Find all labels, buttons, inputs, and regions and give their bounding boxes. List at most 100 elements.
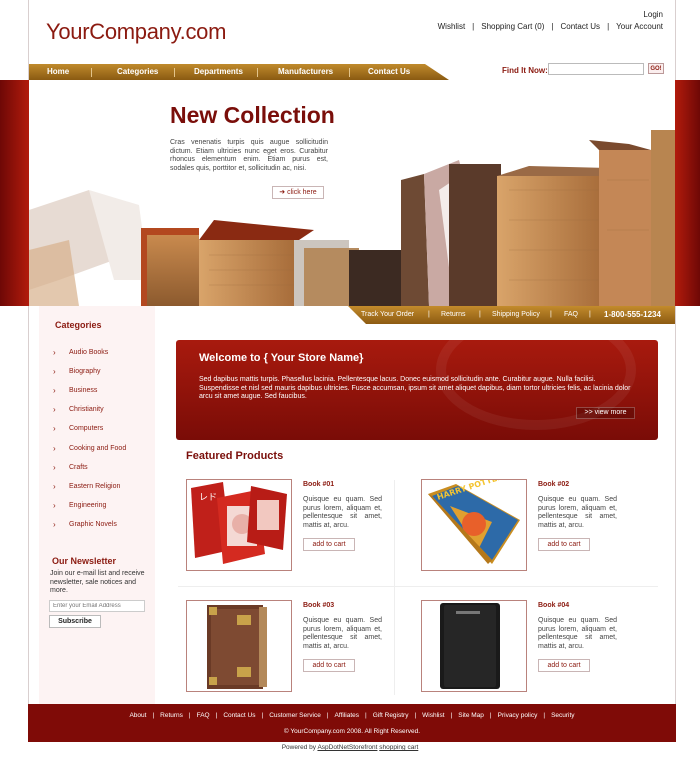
welcome-title: Welcome to { Your Store Name} <box>199 352 364 364</box>
email-field[interactable] <box>49 600 145 612</box>
search-label: Find It Now: <box>502 66 548 75</box>
footer-link-about[interactable]: About <box>129 712 146 719</box>
hero-side-left <box>0 80 29 306</box>
search-input[interactable] <box>548 63 644 75</box>
arrow-icon: › <box>53 462 56 472</box>
company-logo[interactable]: YourCompany.com <box>46 19 226 45</box>
footer-link-site-map[interactable]: Site Map <box>458 712 484 719</box>
nav-contact-us[interactable]: Contact Us <box>368 67 410 76</box>
shipping-policy-link[interactable]: Shipping Policy <box>492 311 540 318</box>
nav-divider <box>349 68 350 77</box>
separator: | <box>489 712 492 719</box>
product-image[interactable]: レド <box>186 479 292 571</box>
product-name[interactable]: Book #04 <box>538 602 569 609</box>
product-name[interactable]: Book #01 <box>303 481 334 488</box>
nav-departments[interactable]: Departments <box>194 67 243 76</box>
shopping-cart-credit-link[interactable]: shopping cart <box>379 744 418 751</box>
info-bar: Track Your Order | Returns | Shipping Po… <box>348 306 675 324</box>
shopping-cart-link[interactable]: Shopping Cart (0) <box>481 22 544 31</box>
category-item[interactable]: › Audio Books <box>53 343 126 362</box>
nav-home[interactable]: Home <box>47 67 69 76</box>
nav-categories[interactable]: Categories <box>117 67 158 76</box>
books-illustration <box>29 130 675 306</box>
category-item[interactable]: › Biography <box>53 362 126 381</box>
category-label: Eastern Religion <box>69 482 121 490</box>
footer-links: About | Returns | FAQ | Contact Us | Custome… <box>28 712 676 719</box>
hero-text: Cras venenatis turpis quis augue sollici… <box>170 139 328 172</box>
category-item[interactable]: › Computers <box>53 419 126 438</box>
category-list: › Audio Books › Biography › Business › Chris… <box>53 343 126 534</box>
category-item[interactable]: › Christianity <box>53 400 126 419</box>
search-go-button[interactable]: GO! <box>648 63 664 74</box>
product-description: Quisque eu quam. Sed purus lorem, aliqua… <box>303 496 382 529</box>
category-label: Audio Books <box>69 349 109 357</box>
footer-link-wishlist[interactable]: Wishlist <box>422 712 444 719</box>
separator: | <box>365 712 367 719</box>
newsletter-title: Our Newsletter <box>52 556 117 566</box>
product-description: Quisque eu quam. Sed purus lorem, aliqua… <box>303 617 382 650</box>
arrow-icon: › <box>53 386 56 396</box>
add-to-cart-button[interactable]: add to cart <box>303 538 355 551</box>
category-label: Christianity <box>69 406 104 414</box>
category-item[interactable]: › Cooking and Food <box>53 438 126 457</box>
footer: About | Returns | FAQ | Contact Us | Custome… <box>28 704 676 742</box>
separator: | <box>215 712 218 719</box>
welcome-text: Sed dapibus mattis turpis. Phasellus lac… <box>199 376 631 401</box>
separator: | <box>450 712 453 719</box>
category-label: Computers <box>69 425 104 433</box>
track-order-link[interactable]: Track Your Order <box>361 311 414 318</box>
featured-products-title: Featured Products <box>186 450 284 462</box>
footer-link-customer-service[interactable]: Customer Service <box>269 712 321 719</box>
separator: | <box>543 712 546 719</box>
category-item[interactable]: › Eastern Religion <box>53 477 126 496</box>
newsletter-text: Join our e-mail list and receive newslet… <box>50 570 145 595</box>
product-image[interactable] <box>186 600 292 692</box>
category-item[interactable]: › Graphic Novels <box>53 515 126 534</box>
harry-potter-book-image: HARRY POTTER <box>422 480 526 570</box>
contact-us-link[interactable]: Contact Us <box>560 22 600 31</box>
nav-manufacturers[interactable]: Manufacturers <box>278 67 333 76</box>
separator: | <box>188 712 191 719</box>
category-item[interactable]: › Business <box>53 381 126 400</box>
faq-link[interactable]: FAQ <box>564 311 578 318</box>
product-description: Quisque eu quam. Sed purus lorem, aliqua… <box>538 496 617 529</box>
nav-divider <box>174 68 175 77</box>
product-name[interactable]: Book #02 <box>538 481 569 488</box>
footer-link-privacy-policy[interactable]: Privacy policy <box>498 712 538 719</box>
separator: | <box>472 22 475 31</box>
product-image[interactable]: HARRY POTTER <box>421 479 527 571</box>
sidebar: Categories › Audio Books › Biography › Busi… <box>39 306 155 704</box>
add-to-cart-button[interactable]: add to cart <box>538 538 590 551</box>
powered-by-link[interactable]: AspDotNetStorefront <box>317 744 377 751</box>
black-bible-image <box>422 601 526 691</box>
copyright: © YourCompany.com 2008. All Right Reserv… <box>283 728 421 735</box>
add-to-cart-button[interactable]: add to cart <box>538 659 590 672</box>
category-label: Cooking and Food <box>69 444 127 452</box>
powered-prefix: Powered by <box>281 744 317 751</box>
arrow-icon: › <box>53 405 56 415</box>
wishlist-link[interactable]: Wishlist <box>438 22 466 31</box>
login-link[interactable]: Login <box>643 10 663 19</box>
returns-link[interactable]: Returns <box>441 311 466 318</box>
category-item[interactable]: › Crafts <box>53 458 126 477</box>
product-name[interactable]: Book #03 <box>303 602 334 609</box>
footer-link-affiliates[interactable]: Affiliates <box>335 712 359 719</box>
product-card: HARRY POTTER Book #02 Quisque eu quam. S… <box>421 479 631 579</box>
footer-link-gift-registry[interactable]: Gift Registry <box>373 712 409 719</box>
divider <box>178 586 658 587</box>
your-account-link[interactable]: Your Account <box>616 22 663 31</box>
separator: | <box>607 22 610 31</box>
click-here-button[interactable]: ➜ click here <box>272 186 324 199</box>
subscribe-button[interactable]: Subscribe <box>49 615 101 628</box>
category-label: Crafts <box>69 463 88 471</box>
footer-link-contact-us[interactable]: Contact Us <box>223 712 255 719</box>
product-image[interactable] <box>421 600 527 692</box>
category-label: Biography <box>69 368 101 376</box>
category-item[interactable]: › Engineering <box>53 496 126 515</box>
view-more-button[interactable]: >> view more <box>576 407 635 419</box>
footer-link-returns[interactable]: Returns <box>160 712 183 719</box>
footer-link-faq[interactable]: FAQ <box>197 712 210 719</box>
footer-link-security[interactable]: Security <box>551 712 574 719</box>
add-to-cart-button[interactable]: add to cart <box>303 659 355 672</box>
separator: | <box>152 712 155 719</box>
